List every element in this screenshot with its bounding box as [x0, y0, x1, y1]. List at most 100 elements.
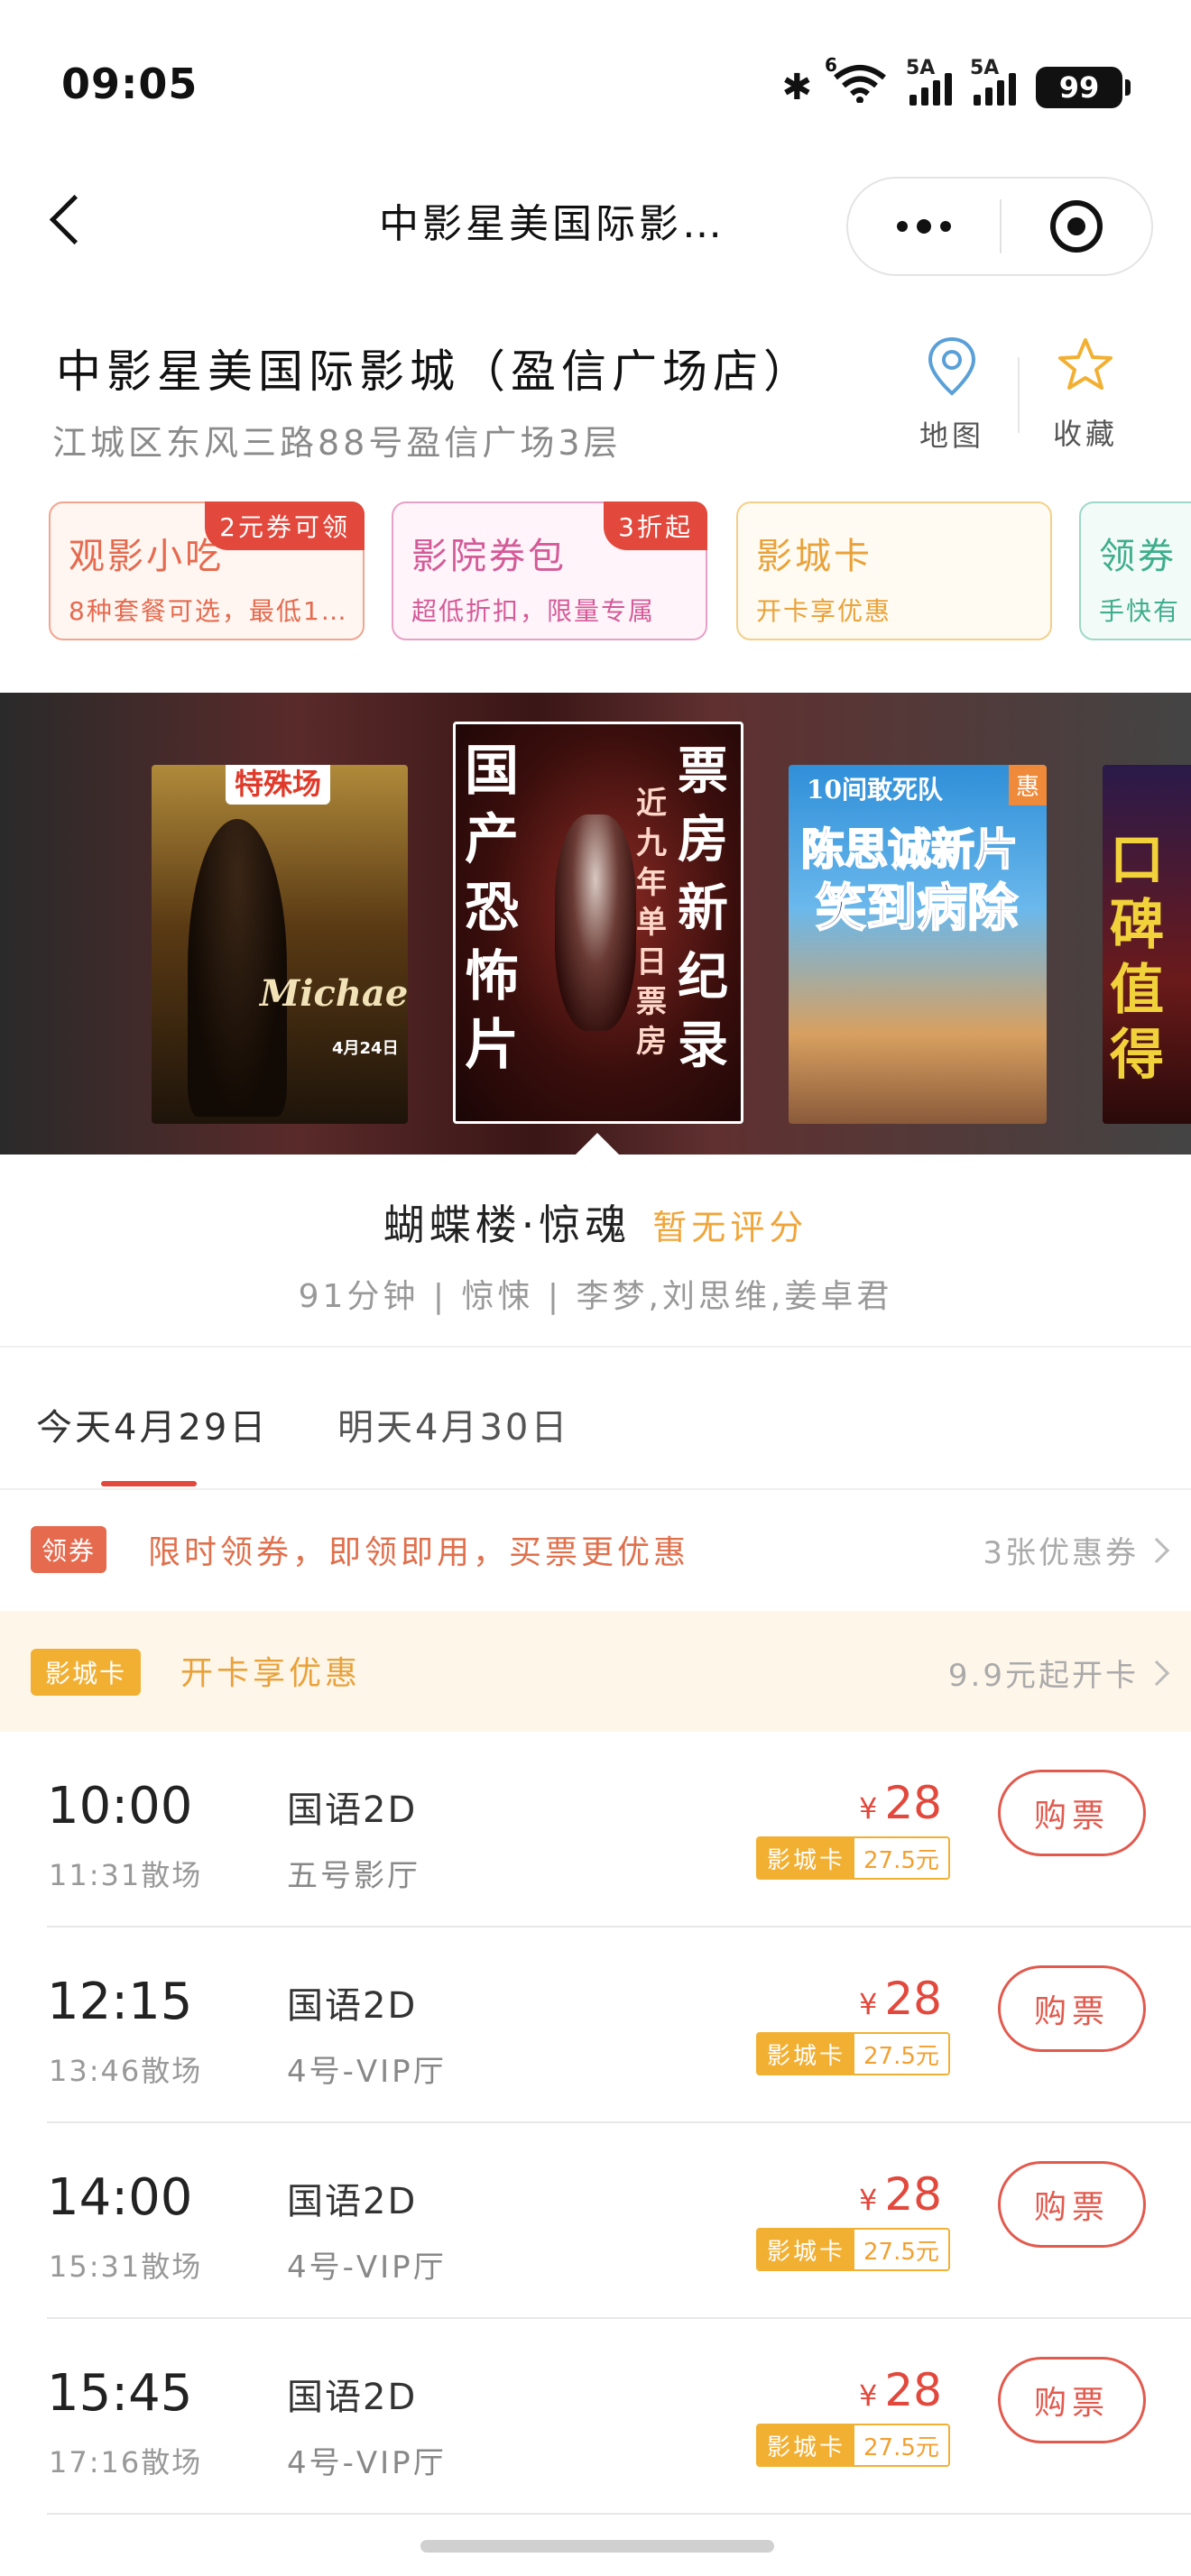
- promo-title: 领券: [1099, 536, 1177, 577]
- end-time: 17:16散场: [49, 2445, 203, 2479]
- movie-score: 暂无评分: [652, 1208, 808, 1247]
- promo-sub: 开卡享优惠: [756, 596, 892, 626]
- language-format: 国语2D: [287, 1789, 418, 1831]
- promo-sub: 超低折扣，限量专属: [411, 596, 656, 626]
- tab-underline: [101, 1481, 197, 1486]
- signal-1-label: 5A: [906, 57, 936, 79]
- language-format: 国语2D: [287, 1985, 418, 2027]
- coupon-count: 3张优惠券: [983, 1528, 1170, 1572]
- start-time: 12:15: [47, 1973, 193, 2031]
- bluetooth-icon: ✱: [781, 67, 812, 108]
- card-price: 影城卡 27.5元: [756, 1836, 950, 1880]
- map-button[interactable]: 地图: [911, 336, 992, 455]
- buy-ticket-button[interactable]: 购票: [998, 2357, 1146, 2443]
- wifi-label: 6: [825, 54, 837, 76]
- tab-today[interactable]: 今天4月29日: [36, 1398, 268, 1450]
- buy-ticket-button[interactable]: 购票: [998, 1770, 1146, 1856]
- cinema-address[interactable]: 江城区东风三路88号盈信广场3层: [52, 415, 622, 465]
- start-time: 15:45: [47, 2364, 193, 2423]
- poster-figure: [555, 814, 636, 1031]
- promo-title: 影城卡: [756, 536, 872, 577]
- poster-text-right: 票房新纪录: [678, 741, 728, 1075]
- hall-name: 五号影厅: [287, 1858, 420, 1894]
- start-time: 14:00: [47, 2168, 193, 2227]
- ticket-price: ¥28: [859, 1777, 942, 1829]
- promo-card-coupon-pack[interactable]: 影院券包 超低折扣，限量专属 3折起: [392, 501, 707, 640]
- back-button[interactable]: [36, 188, 99, 251]
- promo-sub: 8种套餐可选，最低1…: [69, 596, 348, 626]
- card-open-price: 9.9元起开卡: [948, 1651, 1170, 1695]
- poster-text: 口碑值得: [1110, 829, 1164, 1087]
- coupon-text: 限时领券，即领即用，买票更优惠: [148, 1534, 690, 1571]
- favorite-label: 收藏: [1052, 417, 1118, 451]
- promo-card-cinema-card[interactable]: 影城卡 开卡享优惠: [736, 501, 1052, 640]
- movie-title: 蝴蝶楼·惊魂: [383, 1201, 632, 1249]
- card-tag: 影城卡: [31, 1649, 142, 1696]
- hall-name: 4号-VIP厅: [287, 2249, 447, 2286]
- close-mini-program-button[interactable]: [1002, 179, 1151, 274]
- promo-badge: 3折起: [604, 501, 707, 550]
- card-price: 影城卡 27.5元: [756, 2228, 950, 2271]
- language-format: 国语2D: [287, 2181, 418, 2222]
- end-time: 15:31散场: [49, 2249, 203, 2284]
- end-time: 13:46散场: [49, 2054, 203, 2088]
- poster-carousel[interactable]: 特殊场 Michael 4月24日 国产恐怖片 票房新纪录 近九年单日票房 惠 …: [0, 693, 1191, 1155]
- movie-title-row: 蝴蝶楼·惊魂 暂无评分: [0, 1192, 1191, 1252]
- status-time: 09:05: [61, 60, 198, 108]
- poster-text: Michael: [260, 972, 408, 1015]
- status-bar: 09:05 ✱ 6 5A 5A 99: [0, 0, 1191, 171]
- promo-badge: 2元券可领: [205, 501, 365, 550]
- more-button[interactable]: [848, 179, 1000, 274]
- promo-card-get-coupon[interactable]: 领券 手快有: [1079, 501, 1191, 640]
- promo-row: 观影小吃 8种套餐可选，最低1… 2元券可领 影院券包 超低折扣，限量专属 3折…: [49, 501, 1191, 641]
- signal-1-icon: 5A: [906, 57, 952, 106]
- poster-comedy[interactable]: 惠 10间敢死队 陈思诚新片 笑到病除: [789, 765, 1047, 1124]
- nav-title: 中影星美国际影…: [379, 201, 725, 247]
- location-pin-icon: [928, 336, 976, 396]
- buy-ticket-button[interactable]: 购票: [998, 1965, 1146, 2052]
- poster-butterfly-tower[interactable]: 国产恐怖片 票房新纪录 近九年单日票房: [453, 722, 743, 1124]
- card-price: 影城卡 27.5元: [756, 2424, 950, 2467]
- poster-michael[interactable]: 特殊场 Michael 4月24日: [152, 765, 408, 1124]
- poster-line-2: 笑到病除: [815, 878, 1019, 939]
- status-icons: ✱ 6 5A 5A 99: [781, 54, 1131, 112]
- hall-name: 4号-VIP厅: [287, 2445, 447, 2481]
- poster-top-text: 10间敢死队: [807, 775, 943, 805]
- buy-ticket-button[interactable]: 购票: [998, 2161, 1146, 2248]
- ticket-price: ¥28: [859, 2168, 942, 2221]
- target-icon: [1049, 200, 1103, 253]
- showtime-row[interactable]: 14:00 15:31散场 国语2D 4号-VIP厅 ¥28 影城卡 27.5元 …: [0, 2123, 1191, 2319]
- showtime-row[interactable]: 12:15 13:46散场 国语2D 4号-VIP厅 ¥28 影城卡 27.5元 …: [0, 1927, 1191, 2123]
- poster-partial[interactable]: 口碑值得: [1103, 765, 1191, 1124]
- selected-pointer: [576, 1133, 619, 1155]
- mini-program-capsule: [846, 177, 1153, 276]
- wifi-icon: 6: [825, 54, 888, 112]
- map-label: 地图: [919, 419, 984, 453]
- home-indicator[interactable]: [420, 2540, 774, 2553]
- special-screening-badge: 特殊场: [226, 765, 331, 805]
- signal-2-icon: 5A: [970, 57, 1016, 106]
- promo-sub: 手快有: [1099, 596, 1181, 626]
- signal-2-label: 5A: [970, 57, 1000, 79]
- language-format: 国语2D: [287, 2377, 418, 2418]
- ticket-price: ¥28: [859, 2364, 942, 2416]
- showtime-row[interactable]: 10:00 11:31散场 国语2D 五号影厅 ¥28 影城卡 27.5元 购票: [0, 1732, 1191, 1927]
- poster-text-left: 国产恐怖片: [465, 740, 519, 1077]
- showtime-row[interactable]: 15:45 17:16散场 国语2D 4号-VIP厅 ¥28 影城卡 27.5元 …: [0, 2319, 1191, 2515]
- end-time: 11:31散场: [49, 1858, 203, 1892]
- poster-subtext: 近九年单日票房: [636, 786, 667, 1060]
- hall-name: 4号-VIP厅: [287, 2054, 447, 2090]
- cinema-card-strip[interactable]: 影城卡 开卡享优惠 9.9元起开卡: [0, 1611, 1191, 1732]
- tab-tomorrow[interactable]: 明天4月30日: [337, 1398, 569, 1450]
- promo-card-snacks[interactable]: 观影小吃 8种套餐可选，最低1… 2元券可领: [49, 501, 365, 640]
- showtime-list: 10:00 11:31散场 国语2D 五号影厅 ¥28 影城卡 27.5元 购票 …: [0, 1732, 1191, 2515]
- battery-icon: 99: [1036, 67, 1131, 108]
- ticket-price: ¥28: [859, 1973, 942, 2025]
- favorite-button[interactable]: 收藏: [1045, 336, 1126, 453]
- card-price: 影城卡 27.5元: [756, 2032, 950, 2075]
- nav-bar: 中影星美国际影…: [0, 171, 1191, 276]
- poster-date: 4月24日: [332, 1039, 399, 1058]
- card-text: 开卡享优惠: [180, 1655, 362, 1692]
- coupon-strip[interactable]: 领券 限时领券，即领即用，买票更优惠 3张优惠券: [0, 1490, 1191, 1611]
- coupon-tag: 领券: [31, 1526, 107, 1573]
